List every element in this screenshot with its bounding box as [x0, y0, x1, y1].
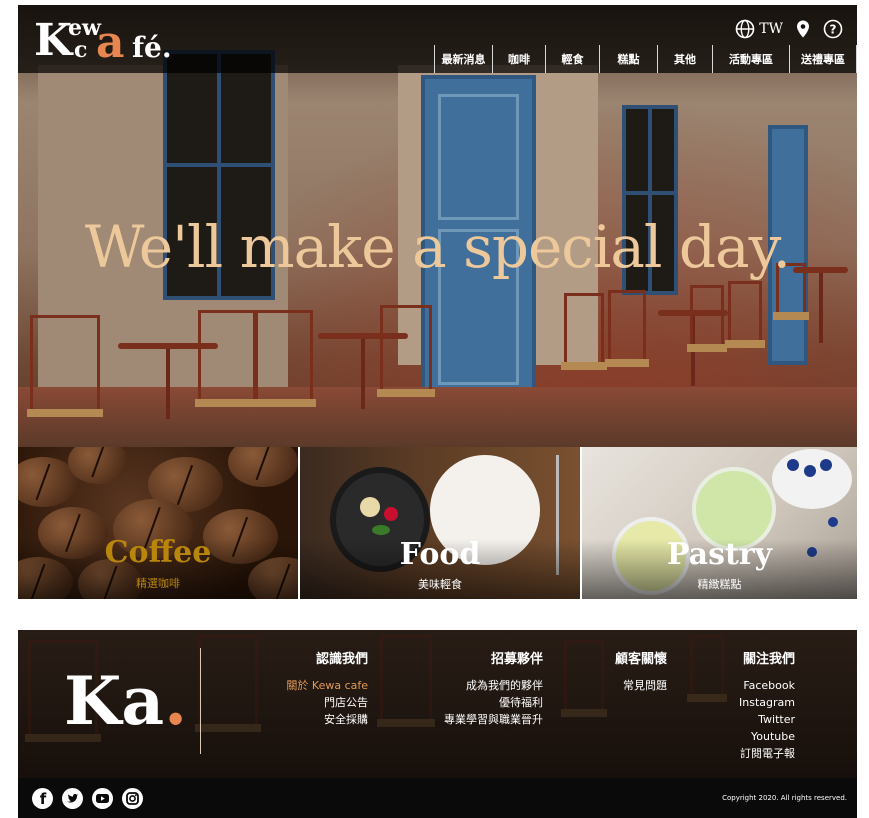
main-navigation: 最新消息 咖啡 輕食 糕點 其他 活動專區 送禮專區: [434, 45, 857, 73]
footer-link-newsletter[interactable]: 訂閱電子報: [739, 745, 795, 762]
logo-letter-a: a: [96, 17, 125, 68]
nav-item-gifts[interactable]: 送禮專區: [789, 45, 857, 73]
logo-letter-c: c: [74, 37, 88, 63]
tile-subtitle-coffee: 精選咖啡: [136, 577, 180, 590]
logo-letter-k: K: [34, 15, 73, 66]
nav-item-events[interactable]: 活動專區: [712, 45, 789, 73]
language-selector[interactable]: TW: [759, 21, 783, 37]
footer-heading-about: 認識我們: [315, 652, 368, 667]
hero-headline: We'll make a special day.: [84, 213, 791, 281]
category-tiles: Coffee 精選咖啡 Food 美味輕食 Pastry 精緻糕點: [18, 447, 857, 599]
footer-logo-k: K: [64, 662, 122, 740]
footer-logo[interactable]: Ka.: [64, 666, 187, 736]
footer-logo-a: a: [121, 662, 165, 740]
social-icons: f: [32, 788, 143, 809]
footer-link-instagram[interactable]: Instagram: [739, 694, 795, 711]
footer-link-youtube[interactable]: Youtube: [739, 728, 795, 745]
facebook-icon[interactable]: f: [32, 788, 53, 809]
footer-column-careers: 招募夥伴 成為我們的夥伴 優待福利 專業學習與職業晉升: [444, 648, 543, 728]
site-footer: Ka. 認識我們 關於 Kewa cafe 門店公告 安全採購 招募夥伴 成為我…: [18, 630, 857, 778]
nav-item-coffee[interactable]: 咖啡: [492, 45, 545, 73]
tile-title-food: Food: [399, 537, 481, 572]
category-tile-food[interactable]: Food 美味輕食: [298, 447, 580, 599]
help-icon[interactable]: ?: [823, 19, 843, 39]
logo-letters-fe: fé.: [132, 31, 172, 64]
top-navbar: K ew c a fé. TW ? 最新消息 咖啡 輕食 糕點 其他 活動專區: [18, 5, 857, 73]
nav-item-others[interactable]: 其他: [657, 45, 712, 73]
footer-heading-careers: 招募夥伴: [490, 652, 543, 667]
footer-heading-customer-care: 顧客關懷: [614, 652, 667, 667]
category-tile-pastry[interactable]: Pastry 精緻糕點: [580, 447, 857, 599]
footer-column-customer-care: 顧客關懷 常見問題: [615, 648, 667, 694]
youtube-icon[interactable]: [92, 788, 113, 809]
footer-heading-follow-us: 關注我們: [742, 652, 795, 667]
svg-text:?: ?: [830, 23, 837, 37]
svg-text:f: f: [40, 790, 47, 808]
tile-subtitle-pastry: 精緻糕點: [697, 578, 742, 591]
footer-link-benefits[interactable]: 優待福利: [444, 694, 543, 711]
instagram-icon[interactable]: [122, 788, 143, 809]
globe-icon[interactable]: [735, 19, 755, 39]
hero-banner: K ew c a fé. TW ? 最新消息 咖啡 輕食 糕點 其他 活動專區: [18, 5, 857, 447]
kewa-cafe-logo[interactable]: K ew c a fé.: [34, 15, 204, 65]
header-utilities: TW ?: [735, 19, 843, 39]
footer-divider: [200, 648, 201, 754]
footer-link-store-notices[interactable]: 門店公告: [286, 694, 368, 711]
tile-subtitle-food: 美味輕食: [418, 578, 462, 591]
copyright-text: Copyright 2020. All rights reserved.: [722, 794, 847, 802]
footer-link-faq[interactable]: 常見問題: [615, 677, 667, 694]
nav-item-news[interactable]: 最新消息: [434, 45, 492, 73]
location-pin-icon[interactable]: [793, 19, 813, 39]
footer-link-become-partner[interactable]: 成為我們的夥伴: [444, 677, 543, 694]
tile-title-pastry: Pastry: [666, 537, 773, 572]
nav-item-pastries[interactable]: 糕點: [599, 45, 657, 73]
footer-logo-dot: .: [164, 662, 188, 740]
footer-bottom-bar: f Copyright 2020. All rights reserved.: [18, 778, 857, 818]
footer-link-facebook[interactable]: Facebook: [739, 677, 795, 694]
footer-link-twitter[interactable]: Twitter: [739, 711, 795, 728]
tile-title-coffee: Coffee: [104, 535, 212, 570]
twitter-icon[interactable]: [62, 788, 83, 809]
category-tile-coffee[interactable]: Coffee 精選咖啡: [18, 447, 298, 599]
nav-item-light-meals[interactable]: 輕食: [545, 45, 599, 73]
footer-column-about: 認識我們 關於 Kewa cafe 門店公告 安全採購: [286, 648, 368, 728]
footer-column-follow-us: 關注我們 Facebook Instagram Twitter Youtube …: [739, 648, 795, 762]
footer-link-safe-purchasing[interactable]: 安全採購: [286, 711, 368, 728]
footer-link-about-kewa[interactable]: 關於 Kewa cafe: [286, 677, 368, 694]
footer-link-learning-growth[interactable]: 專業學習與職業晉升: [444, 711, 543, 728]
